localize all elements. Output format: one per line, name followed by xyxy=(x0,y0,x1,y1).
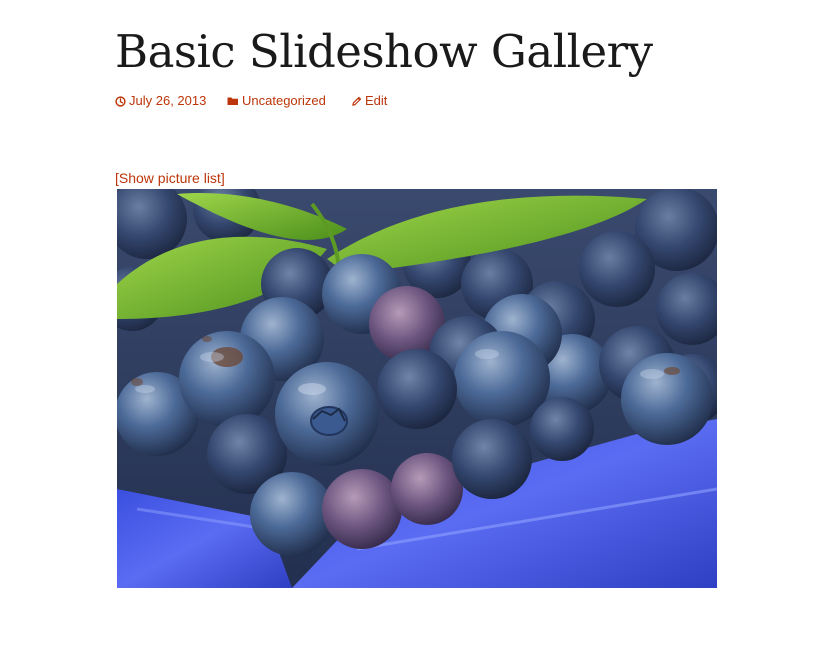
post-date: July 26, 2013 xyxy=(129,93,207,108)
folder-icon xyxy=(227,96,239,106)
edit-link[interactable]: Edit xyxy=(351,92,387,110)
page-title: Basic Slideshow Gallery xyxy=(115,25,653,78)
clock-icon xyxy=(115,95,126,107)
category-link[interactable]: Uncategorized xyxy=(227,92,326,110)
slideshow-image[interactable] xyxy=(117,189,717,588)
pencil-icon xyxy=(351,96,362,107)
show-picture-list-link[interactable]: [Show picture list] xyxy=(115,168,225,188)
post-date-link[interactable]: July 26, 2013 xyxy=(115,92,206,110)
blueberries-photo xyxy=(117,189,717,588)
category-label: Uncategorized xyxy=(242,93,326,108)
edit-label: Edit xyxy=(365,93,388,108)
